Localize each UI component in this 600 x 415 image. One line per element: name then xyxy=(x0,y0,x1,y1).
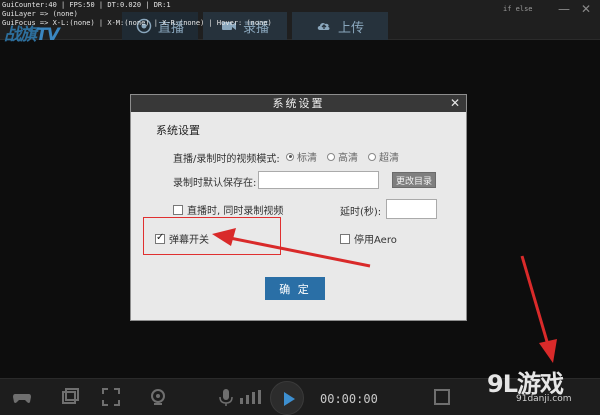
save-path-input[interactable] xyxy=(258,171,379,189)
record-while-live-label: 直播时, 同时录制视频 xyxy=(187,206,284,217)
danmaku-checkbox[interactable]: 弹幕开关 xyxy=(155,231,209,246)
dialog-title-bar: 系统设置 ✕ xyxy=(131,95,466,112)
radio-sd[interactable]: 标清 xyxy=(286,149,317,164)
fullscreen-icon[interactable] xyxy=(101,387,121,407)
delay-input[interactable] xyxy=(386,199,437,219)
radio-dot-icon xyxy=(327,152,335,161)
checkbox-icon xyxy=(173,204,183,215)
tab-upload-label: 上传 xyxy=(337,20,364,36)
radio-sd-label: 标清 xyxy=(297,153,317,164)
ok-button[interactable]: 确 定 xyxy=(265,277,325,300)
window-icon[interactable] xyxy=(60,387,80,407)
annotation-arrow xyxy=(520,255,557,363)
debug-line: GuiCounter:40 | FPS:50 | DT:0.020 | DR:1 xyxy=(2,1,171,9)
radio-dot-icon xyxy=(368,152,376,161)
debug-line: GuiFocus => X-L:(none) | X-M:(none) | X-… xyxy=(2,19,272,27)
cloud-upload-icon xyxy=(317,22,330,30)
record-while-live-checkbox[interactable]: 直播时, 同时录制视频 xyxy=(173,202,283,217)
video-mode-group: 标清 高清 超清 xyxy=(286,149,399,164)
disable-aero-label: 停用Aero xyxy=(354,235,397,246)
tab-upload[interactable]: 上传 xyxy=(292,12,388,40)
checkbox-icon xyxy=(340,233,350,244)
minimize-icon[interactable]: — xyxy=(558,2,570,16)
debug-overlay: GuiCounter:40 | FPS:50 | DT:0.020 | DR:1… xyxy=(2,1,272,28)
volume-bars-icon[interactable] xyxy=(238,387,266,407)
microphone-icon[interactable] xyxy=(216,387,236,407)
section-title: 系统设置 xyxy=(156,124,200,137)
gamepad-icon[interactable] xyxy=(12,387,32,407)
settings-dialog: 系统设置 ✕ 系统设置 直播/录制时的视频模式: 标清 高清 超清 录制时默认保… xyxy=(130,94,467,321)
disable-aero-checkbox[interactable]: 停用Aero xyxy=(340,231,397,246)
debug-line: GuiLayer => (none) xyxy=(2,10,78,18)
dialog-title: 系统设置 xyxy=(272,97,325,110)
screenshot-icon[interactable] xyxy=(432,387,452,407)
site-watermark: 9L游戏 91danji.com xyxy=(487,364,571,404)
save-path-label: 录制时默认保存在: xyxy=(173,178,257,189)
radio-dot-icon xyxy=(286,152,294,161)
video-mode-label: 直播/录制时的视频模式: xyxy=(173,154,280,165)
radio-hd-label: 高清 xyxy=(338,153,358,164)
play-icon xyxy=(284,392,295,406)
radio-uhd-label: 超清 xyxy=(379,153,399,164)
change-directory-button[interactable]: 更改目录 xyxy=(392,172,436,188)
window-close-icon[interactable]: ✕ xyxy=(581,2,591,16)
top-right-text: if else xyxy=(503,5,533,13)
checkbox-checked-icon xyxy=(155,232,165,244)
playback-time: 00:00:00 xyxy=(320,392,378,406)
webcam-icon[interactable] xyxy=(148,387,168,407)
danmaku-label: 弹幕开关 xyxy=(169,235,209,246)
radio-hd[interactable]: 高清 xyxy=(327,149,358,164)
delay-label: 延时(秒): xyxy=(340,207,382,218)
dialog-close-icon[interactable]: ✕ xyxy=(449,95,461,112)
radio-uhd[interactable]: 超清 xyxy=(368,149,399,164)
watermark-url: 91danji.com xyxy=(516,394,572,404)
play-button[interactable] xyxy=(270,381,304,415)
